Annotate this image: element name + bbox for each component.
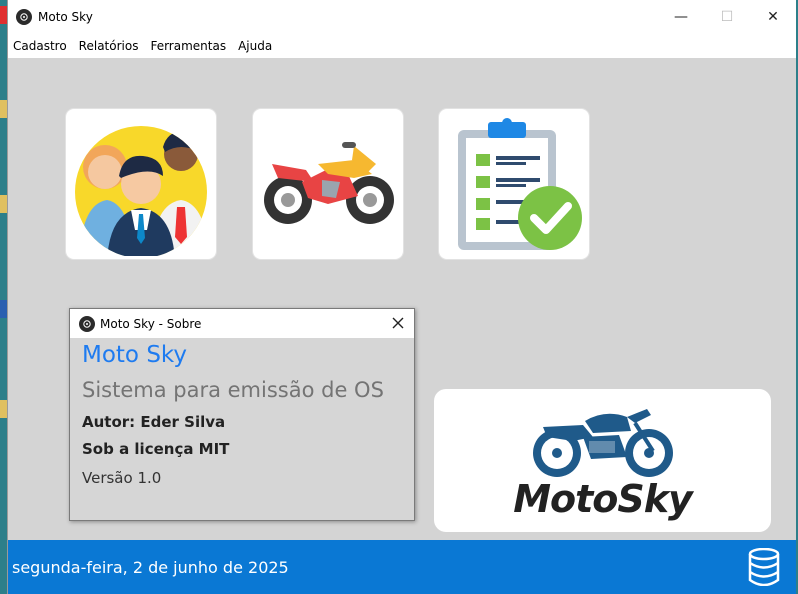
desktop-icon [0,6,7,24]
clients-tile-button[interactable] [66,109,216,259]
window-title: Moto Sky [38,10,93,24]
menu-cadastro[interactable]: Cadastro [8,39,73,53]
app-icon [79,315,95,332]
service-orders-tile-button[interactable] [439,109,589,259]
desktop-icon [0,300,7,318]
database-icon[interactable] [748,548,780,586]
clipboard-check-icon [458,118,582,250]
about-app-name: Moto Sky [82,342,188,368]
menu-ajuda[interactable]: Ajuda [232,39,278,53]
motorcycle-logo-icon [532,408,673,477]
app-icon [16,9,32,25]
status-bar: segunda-feira, 2 de junho de 2025 [8,540,796,594]
maximize-button[interactable]: ☐ [704,0,750,34]
about-license: Sob a licença MIT [82,440,230,458]
about-author: Autor: Eder Silva [82,413,226,431]
motosky-logo: MotoSky [434,389,771,532]
logo-text: MotoSky [513,476,693,521]
desktop-icon [0,195,7,213]
vehicles-tile-button[interactable] [253,109,403,259]
close-button[interactable]: ✕ [750,0,796,34]
title-bar[interactable]: Moto Sky — ☐ ✕ [8,0,796,34]
motorcycle-icon [264,142,394,224]
desktop-icon [0,100,7,118]
about-dialog: Moto Sky - Sobre Moto Sky Sistema para e… [69,308,415,521]
desktop-icon [0,400,7,418]
about-description: Sistema para emissão de OS [82,378,384,402]
menu-relatorios[interactable]: Relatórios [73,39,145,53]
menu-bar: Cadastro Relatórios Ferramentas Ajuda [8,34,796,58]
about-version: Versão 1.0 [82,469,162,487]
people-icon [75,126,207,256]
about-dialog-title: Moto Sky - Sobre [100,316,202,331]
menu-ferramentas[interactable]: Ferramentas [144,39,232,53]
about-title-bar[interactable]: Moto Sky - Sobre [70,309,414,338]
status-date: segunda-feira, 2 de junho de 2025 [12,557,289,577]
close-icon[interactable] [390,315,406,331]
minimize-button[interactable]: — [658,0,704,34]
desktop-left-edge [0,0,7,594]
